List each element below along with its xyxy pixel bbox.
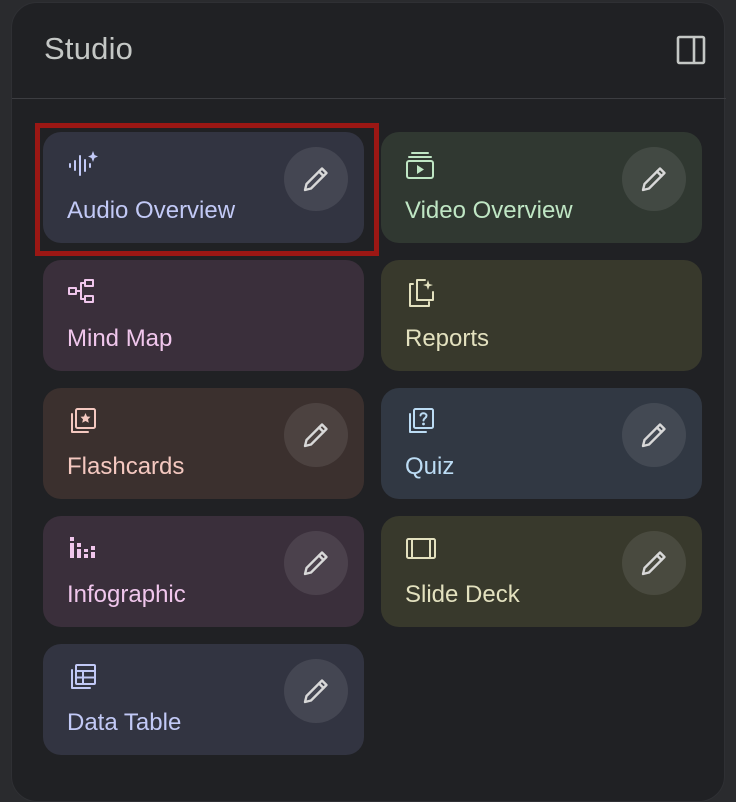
edit-video-overview-button[interactable] bbox=[622, 147, 686, 211]
edit-data-table-button[interactable] bbox=[284, 659, 348, 723]
card-quiz[interactable]: Quiz bbox=[381, 388, 702, 499]
card-mind-map[interactable]: Mind Map bbox=[43, 260, 364, 371]
edit-flashcards-button[interactable] bbox=[284, 403, 348, 467]
card-label: Reports bbox=[405, 325, 490, 352]
edit-infographic-button[interactable] bbox=[284, 531, 348, 595]
flashcards-star-icon bbox=[67, 406, 97, 436]
audio-waveform-sparkle-icon bbox=[67, 150, 98, 180]
card-label: Flashcards bbox=[67, 453, 185, 480]
panel-title: Studio bbox=[44, 31, 134, 66]
card-video-overview[interactable]: Video Overview bbox=[381, 132, 702, 243]
mind-map-icon bbox=[67, 278, 97, 308]
card-label: Video Overview bbox=[405, 197, 573, 224]
card-label: Data Table bbox=[67, 709, 182, 736]
card-infographic[interactable]: Infographic bbox=[43, 516, 364, 627]
infographic-bars-icon bbox=[67, 534, 97, 564]
data-table-icon bbox=[67, 662, 97, 692]
card-label: Audio Overview bbox=[67, 197, 236, 224]
card-reports[interactable]: Reports bbox=[381, 260, 702, 371]
card-slide-deck[interactable]: Slide Deck bbox=[381, 516, 702, 627]
card-label: Quiz bbox=[405, 453, 455, 480]
edit-audio-overview-button[interactable] bbox=[284, 147, 348, 211]
edit-quiz-button[interactable] bbox=[622, 403, 686, 467]
side-panel-icon[interactable] bbox=[676, 35, 706, 65]
edit-slide-deck-button[interactable] bbox=[622, 531, 686, 595]
video-play-stack-icon bbox=[405, 150, 435, 180]
card-flashcards[interactable]: Flashcards bbox=[43, 388, 364, 499]
card-audio-overview[interactable]: Audio Overview bbox=[43, 132, 364, 243]
reports-sparkle-icon bbox=[405, 278, 435, 308]
card-label: Mind Map bbox=[67, 325, 173, 352]
card-label: Infographic bbox=[67, 581, 186, 608]
studio-header: Studio bbox=[12, 3, 726, 99]
slide-deck-icon bbox=[405, 534, 436, 564]
quiz-question-icon bbox=[405, 406, 435, 436]
card-data-table[interactable]: Data Table bbox=[43, 644, 364, 755]
card-label: Slide Deck bbox=[405, 581, 520, 608]
